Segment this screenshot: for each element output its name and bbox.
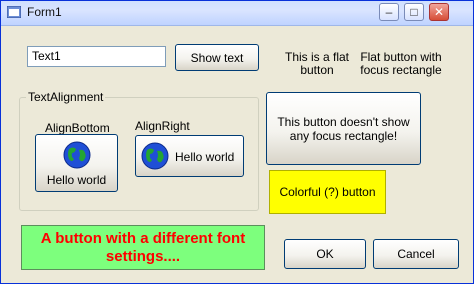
align-bottom-label: AlignBottom <box>45 121 110 135</box>
colorful-button[interactable]: Colorful (?) button <box>269 170 386 214</box>
flat-button[interactable]: This is a flat button <box>277 49 357 79</box>
text-input[interactable]: Text1 <box>27 46 166 67</box>
no-focus-rect-button[interactable]: This button doesn't show any focus recta… <box>266 92 421 165</box>
form-window: Form1 – □ ✕ Text1 Show text This is a fl… <box>0 0 474 284</box>
align-bottom-button[interactable]: Hello world <box>35 134 118 192</box>
minimize-button[interactable]: – <box>379 3 399 21</box>
title-bar[interactable]: Form1 – □ ✕ <box>1 1 473 26</box>
close-button[interactable]: ✕ <box>429 3 449 21</box>
group-label: TextAlignment <box>26 90 106 104</box>
window-title: Form1 <box>27 5 62 19</box>
maximize-button[interactable]: □ <box>404 3 424 21</box>
align-right-text: Hello world <box>175 150 235 164</box>
globe-icon <box>63 141 91 169</box>
different-font-button[interactable]: A button with a different font settings.… <box>21 225 265 270</box>
align-right-label: AlignRight <box>135 119 190 133</box>
app-icon <box>7 6 21 18</box>
ok-button[interactable]: OK <box>284 239 366 269</box>
flat-focus-button[interactable]: Flat button with focus rectangle <box>359 49 443 79</box>
align-bottom-text: Hello world <box>46 173 107 187</box>
cancel-button[interactable]: Cancel <box>373 239 459 269</box>
globe-icon <box>141 142 169 170</box>
show-text-button[interactable]: Show text <box>175 44 259 71</box>
align-right-button[interactable]: Hello world <box>135 135 244 177</box>
